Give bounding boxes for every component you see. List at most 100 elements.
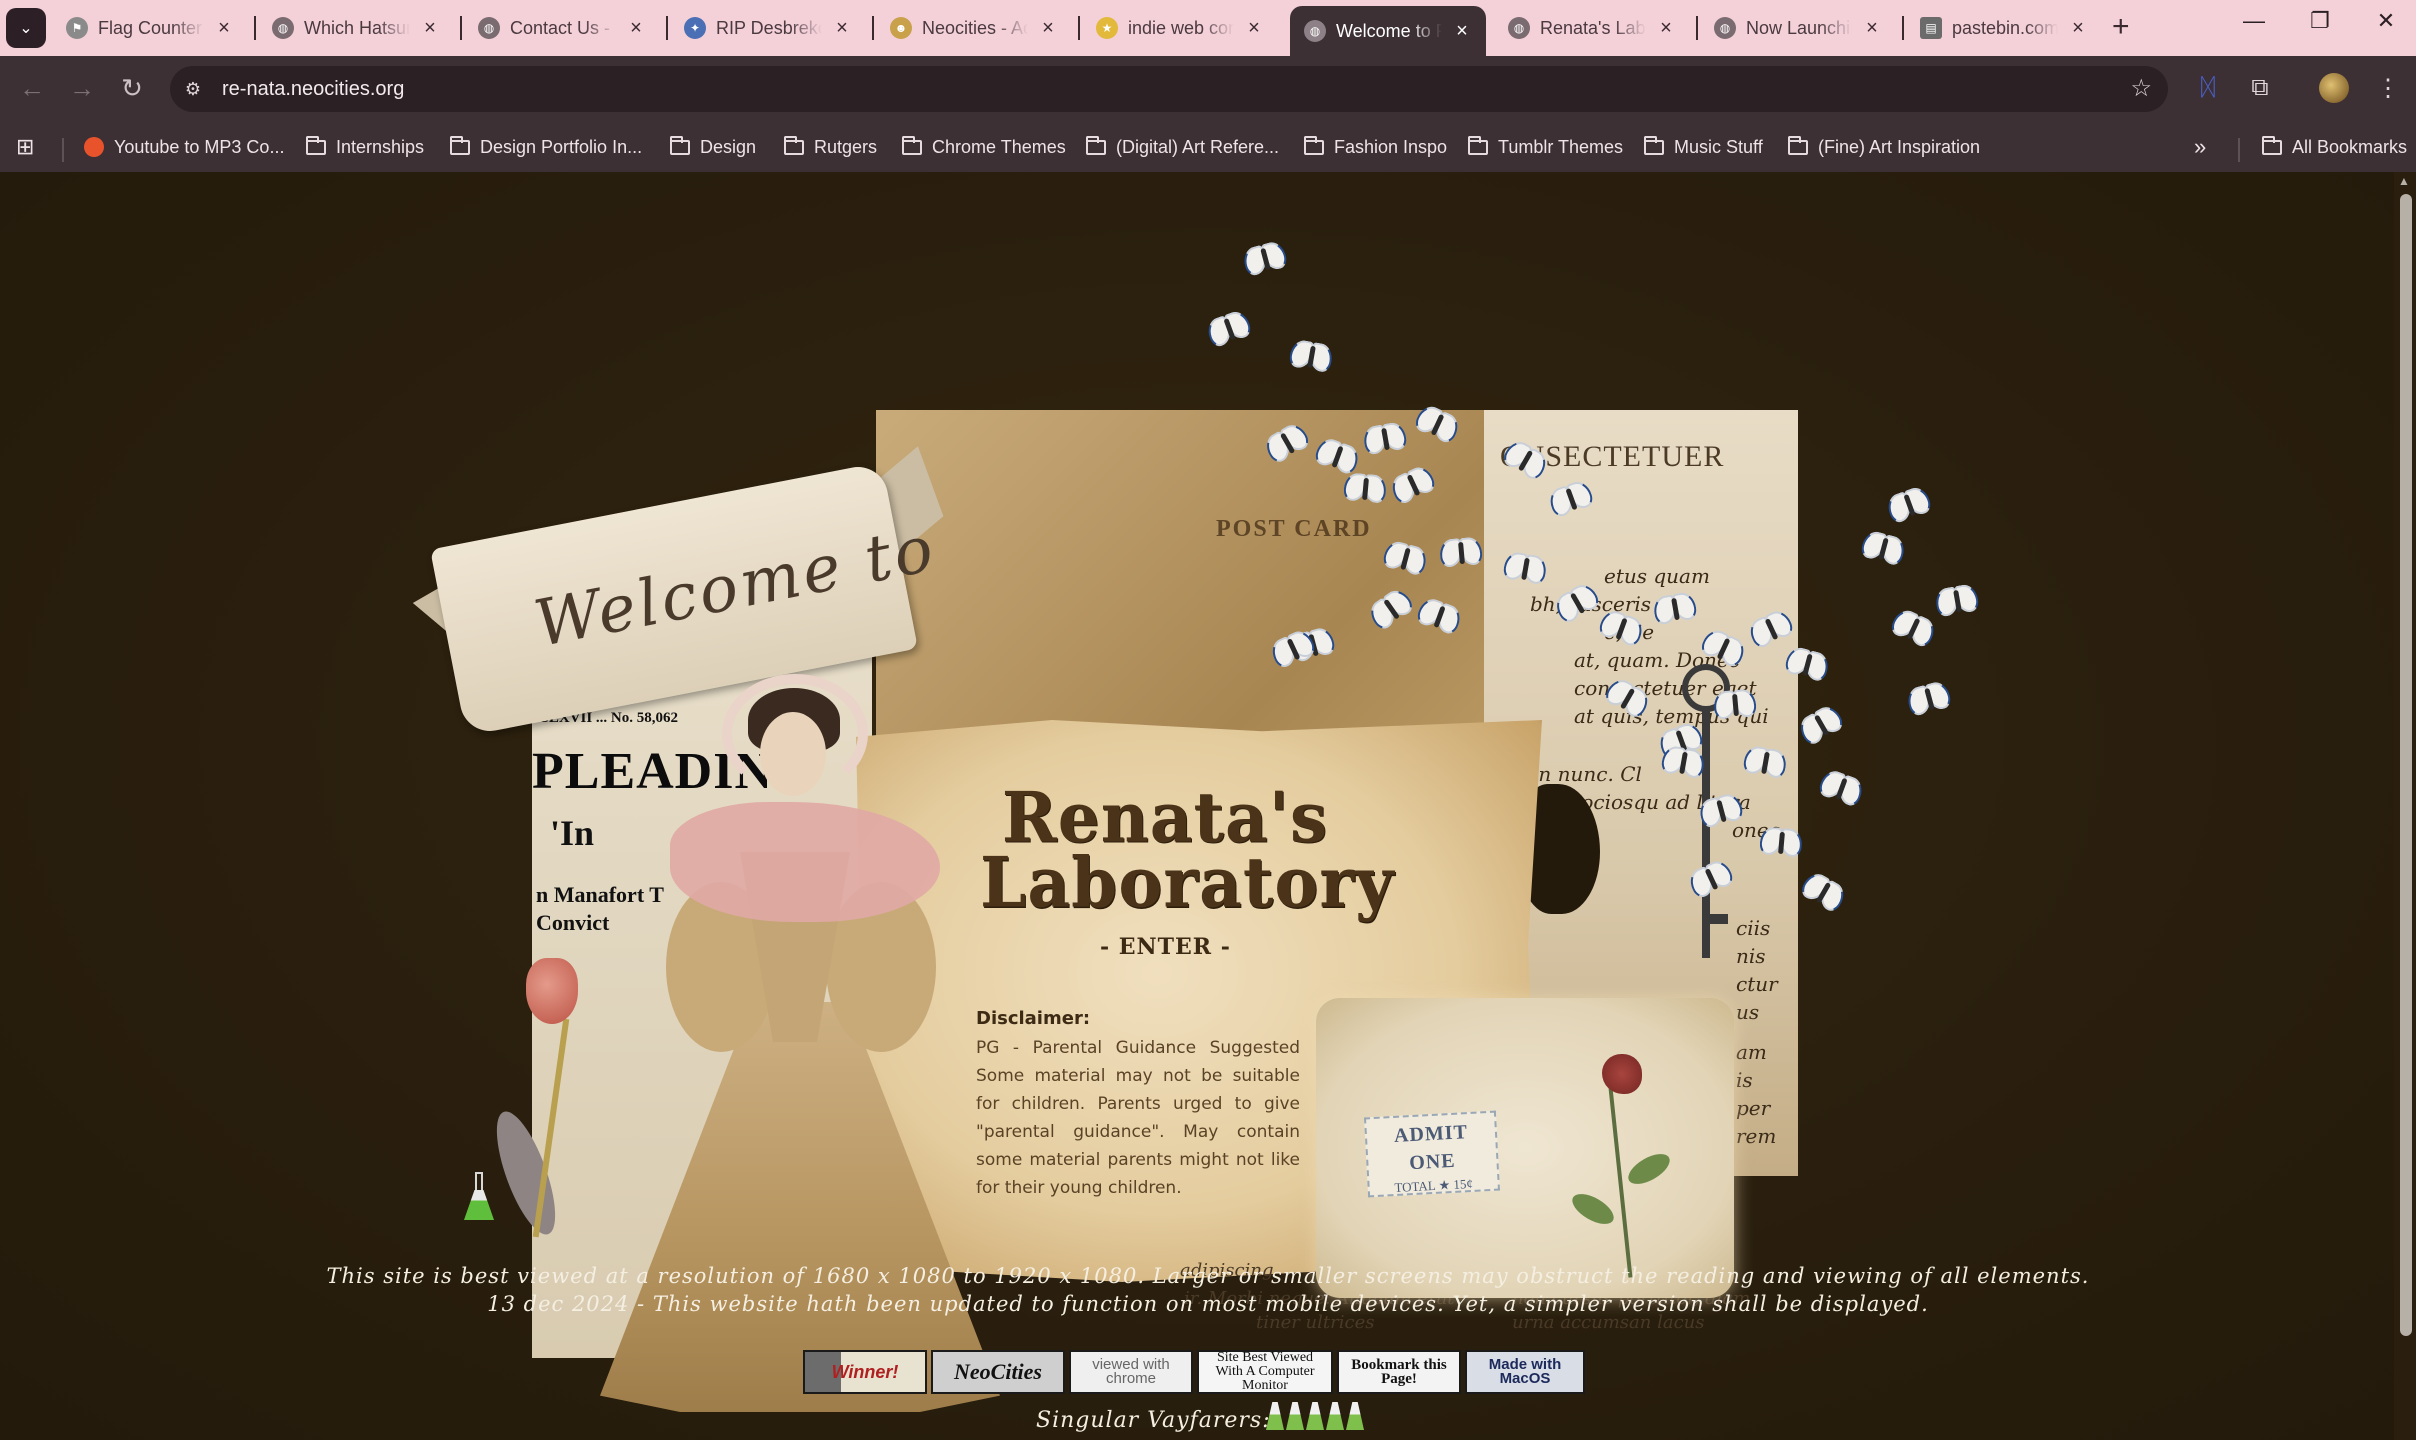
newspaper-subheadline: 'In xyxy=(550,813,595,853)
ledger-text-line: ciis xyxy=(1736,916,1771,940)
bookmark-folder-internships[interactable]: Internships xyxy=(306,132,424,162)
bookmark-folder-design-portfolio[interactable]: Design Portfolio In... xyxy=(450,132,642,162)
url-text[interactable]: re-nata.neocities.org xyxy=(222,78,404,101)
tab-separator xyxy=(254,16,256,40)
forward-button[interactable]: → xyxy=(64,70,100,106)
new-tab-button[interactable]: + xyxy=(2112,10,2130,44)
tab-search-button[interactable]: ⌄ xyxy=(6,8,46,48)
site-title: Renata's Laboratory xyxy=(980,776,1395,924)
site-settings-icon[interactable]: ⚙ xyxy=(170,79,216,100)
bookmark-folder-fashion-inspo[interactable]: Fashion Inspo xyxy=(1304,132,1447,162)
folder-icon xyxy=(902,135,922,155)
tab-neocities[interactable]: ☻ Neocities - Ac × xyxy=(876,6,1072,50)
badge-text: Made with MacOS xyxy=(1488,1356,1562,1387)
butterfly-icon xyxy=(1758,824,1806,862)
apps-button[interactable]: ⊞ xyxy=(16,132,34,162)
globe-icon: ◍ xyxy=(1508,17,1530,39)
computer-monitor-badge[interactable]: Site Best Viewed With A Computer Monitor xyxy=(1197,1350,1333,1394)
restore-button[interactable]: ❐ xyxy=(2300,8,2340,34)
bookmark-youtube-mp3[interactable]: Youtube to MP3 Co... xyxy=(84,132,284,162)
close-icon[interactable]: × xyxy=(1862,17,1882,40)
ticket-line: ADMIT xyxy=(1393,1121,1469,1147)
extension-butterfly-icon[interactable]: ᛞ xyxy=(2190,70,2226,106)
tab-pastebin[interactable]: ▤ pastebin.com × xyxy=(1906,6,2102,50)
address-bar[interactable]: ⚙ re-nata.neocities.org ☆ xyxy=(170,66,2168,112)
close-icon[interactable]: × xyxy=(1452,20,1472,43)
folder-icon xyxy=(1086,135,1106,155)
flask-cursor-icon xyxy=(464,1172,494,1222)
badge-text: Site Best Viewed With A Computer Monitor xyxy=(1215,1350,1315,1393)
profile-avatar[interactable] xyxy=(2316,70,2352,106)
close-window-button[interactable]: ✕ xyxy=(2366,8,2406,34)
reload-button[interactable]: ↻ xyxy=(114,70,150,106)
browser-toolbar: ← → ↻ ⚙ re-nata.neocities.org ☆ ᛞ ⧉ ⋮ ⊞ … xyxy=(0,56,2416,176)
close-icon: ✕ xyxy=(2376,8,2396,33)
close-icon[interactable]: × xyxy=(1656,17,1676,40)
butterfly-icon xyxy=(1501,548,1550,589)
scrollbar-thumb[interactable] xyxy=(2400,194,2412,1336)
ledger-text-line: per xyxy=(1736,1096,1771,1120)
tab-flag-counter[interactable]: ⚑ Flag Counter × xyxy=(52,6,248,50)
flask-digit-icon xyxy=(1346,1402,1364,1430)
tab-renatas-lab[interactable]: ◍ Renata's Labo × xyxy=(1494,6,1690,50)
lady-face xyxy=(760,712,826,796)
minimize-icon: — xyxy=(2243,8,2265,33)
extensions-puzzle-icon[interactable]: ⧉ xyxy=(2242,70,2278,106)
close-icon[interactable]: × xyxy=(420,17,440,40)
bookmark-folder-music-stuff[interactable]: Music Stuff xyxy=(1644,132,1763,162)
badge-text: viewed with chrome xyxy=(1092,1356,1170,1387)
close-icon[interactable]: × xyxy=(626,17,646,40)
pressed-rose-illustration xyxy=(1560,1038,1680,1288)
page-scrollbar[interactable]: ▲ xyxy=(2394,172,2416,1440)
back-button[interactable]: ← xyxy=(14,70,50,106)
ledger-text-line: in nunc. Cl xyxy=(1532,762,1642,786)
tab-which-hatsune[interactable]: ◍ Which Hatsune × xyxy=(258,6,454,50)
bookmark-folder-chrome-themes[interactable]: Chrome Themes xyxy=(902,132,1066,162)
close-icon[interactable]: × xyxy=(1038,17,1058,40)
bookmark-separator xyxy=(62,138,64,162)
butterfly-icon xyxy=(1933,580,1982,621)
tab-title: Now Launchir xyxy=(1746,17,1852,38)
bookmark-this-page-badge[interactable]: Bookmark this Page! xyxy=(1337,1350,1461,1394)
tab-now-launching[interactable]: ◍ Now Launchir × xyxy=(1700,6,1896,50)
bookmark-folder-digital-art[interactable]: (Digital) Art Refere... xyxy=(1086,132,1279,162)
visitor-counter xyxy=(1266,1402,1364,1430)
enter-link[interactable]: - ENTER - xyxy=(1100,934,1231,960)
bookmark-folder-rutgers[interactable]: Rutgers xyxy=(784,132,877,162)
postcard-label: POST CARD xyxy=(1216,516,1372,542)
close-icon[interactable]: × xyxy=(2068,17,2088,40)
tab-indie-web[interactable]: ★ indie web con × xyxy=(1082,6,1278,50)
all-bookmarks-button[interactable]: All Bookmarks xyxy=(2262,132,2407,162)
tab-welcome-active[interactable]: ◍ Welcome to R × xyxy=(1290,6,1486,56)
scroll-up-arrow-icon[interactable]: ▲ xyxy=(2398,174,2410,188)
indie-web-contest-winner-badge[interactable]: Winner! xyxy=(803,1350,927,1394)
double-chevron-right-icon: » xyxy=(2194,134,2207,159)
bookmark-star-icon[interactable]: ☆ xyxy=(2130,74,2152,103)
flag-counter-favicon: ⚑ xyxy=(66,17,88,39)
made-with-macos-badge[interactable]: Made with MacOS xyxy=(1465,1350,1585,1394)
close-icon[interactable]: × xyxy=(1244,17,1264,40)
folder-icon xyxy=(670,135,690,155)
minimize-button[interactable]: — xyxy=(2234,8,2274,34)
bookmark-label: (Digital) Art Refere... xyxy=(1116,136,1280,157)
close-icon[interactable]: × xyxy=(214,17,234,40)
bookmark-label: Chrome Themes xyxy=(932,136,1066,157)
tab-contact-us[interactable]: ◍ Contact Us - t × xyxy=(464,6,660,50)
folder-icon xyxy=(1644,135,1664,155)
close-icon[interactable]: × xyxy=(832,17,852,40)
butterfly-icon xyxy=(1240,237,1291,281)
tab-rip-desbreko[interactable]: ✦ RIP Desbreko × xyxy=(670,6,866,50)
update-notice: 13 dec 2024 - This website hath been upd… xyxy=(487,1292,1929,1316)
neocities-badge[interactable]: NeoCities xyxy=(931,1350,1065,1394)
tab-title: indie web con xyxy=(1128,17,1234,38)
all-bookmarks-label: All Bookmarks xyxy=(2292,136,2408,157)
bookmark-label: Design xyxy=(700,136,757,157)
bookmark-folder-tumblr-themes[interactable]: Tumblr Themes xyxy=(1468,132,1623,162)
viewed-with-chrome-badge[interactable]: viewed with chrome xyxy=(1069,1350,1193,1394)
bookmarks-overflow-button[interactable]: » xyxy=(2194,132,2206,162)
bookmark-folder-fine-art[interactable]: (Fine) Art Inspiration xyxy=(1788,132,1980,162)
bookmark-label: Design Portfolio In... xyxy=(480,136,643,157)
browser-menu-button[interactable]: ⋮ xyxy=(2370,70,2406,106)
butterfly-icon xyxy=(1816,766,1869,813)
bookmark-folder-design[interactable]: Design xyxy=(670,132,756,162)
